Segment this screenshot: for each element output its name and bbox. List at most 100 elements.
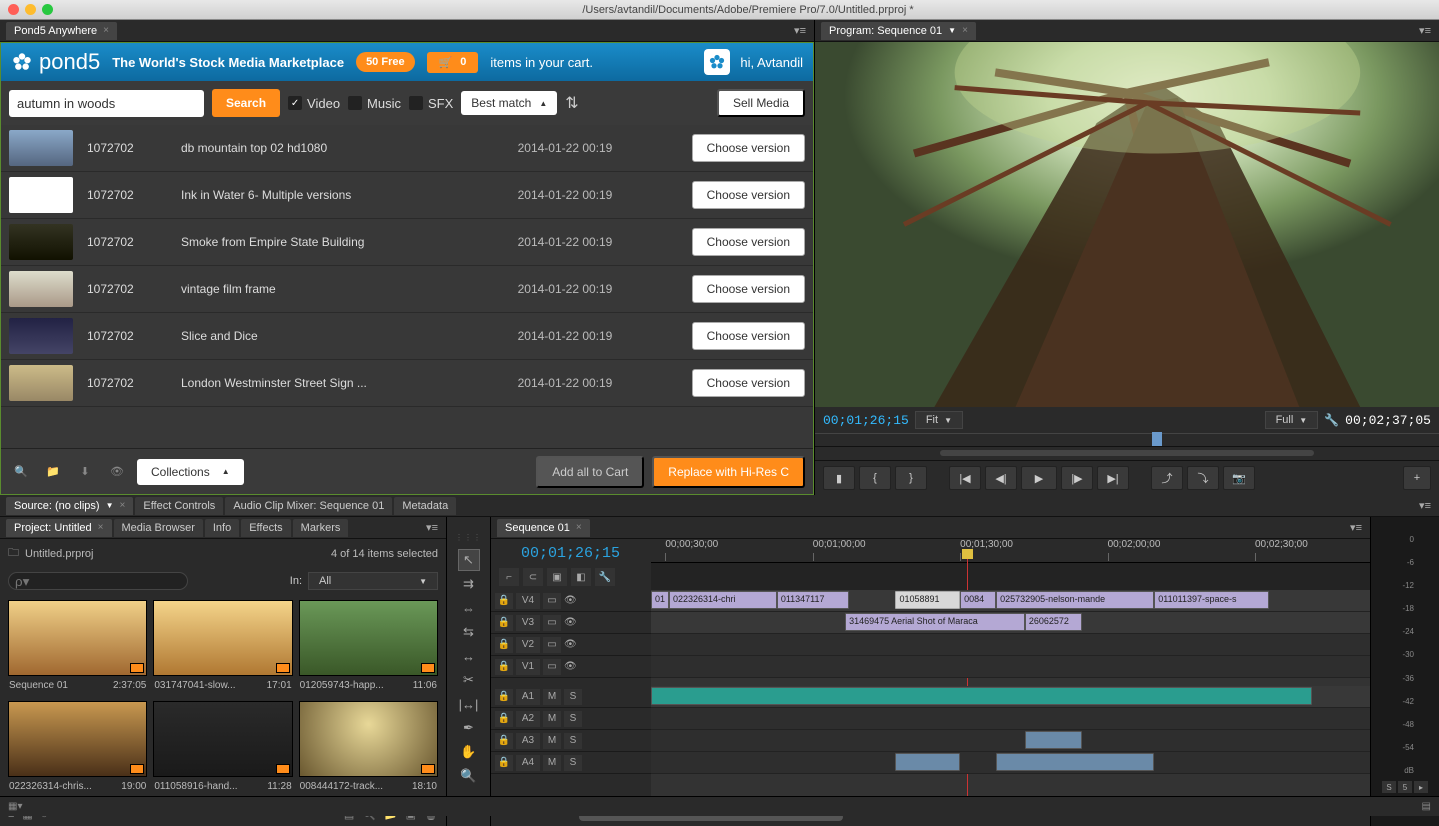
result-row[interactable]: 1072702 vintage film frame 2014-01-22 00… bbox=[1, 266, 813, 313]
program-timecode-left[interactable]: 00;01;26;15 bbox=[823, 413, 909, 428]
extract-button[interactable]: ⤵ bbox=[1187, 466, 1219, 490]
user-greeting[interactable]: hi, Avtandil bbox=[740, 55, 803, 70]
timeline-clip[interactable]: 26062572 bbox=[1025, 613, 1083, 631]
tab-markers[interactable]: Markers bbox=[293, 519, 349, 537]
timeline-clip[interactable] bbox=[1025, 731, 1083, 749]
workspace-icon[interactable]: ▦▾ bbox=[8, 801, 22, 812]
project-filter-input[interactable] bbox=[8, 572, 188, 590]
meter-5[interactable]: 5 bbox=[1398, 781, 1412, 793]
snap-icon[interactable]: ⌐ bbox=[499, 568, 519, 586]
panel-menu-icon[interactable]: ▾≡ bbox=[1350, 521, 1362, 534]
tab-sequence[interactable]: Sequence 01× bbox=[497, 519, 590, 537]
settings-icon[interactable]: ◧ bbox=[571, 568, 591, 586]
lock-icon[interactable]: 🔒 bbox=[495, 733, 513, 749]
track-header[interactable]: 🔒A4MS bbox=[491, 752, 651, 774]
result-row[interactable]: 1072702 db mountain top 02 hd1080 2014-0… bbox=[1, 125, 813, 172]
eye-icon[interactable]: 👁 bbox=[564, 595, 580, 606]
solo-button[interactable]: S bbox=[1382, 781, 1396, 793]
choose-version-button[interactable]: Choose version bbox=[692, 275, 805, 303]
close-window-button[interactable] bbox=[8, 4, 19, 15]
free-badge[interactable]: 50 Free bbox=[356, 52, 415, 72]
razor-tool[interactable]: ✂ bbox=[458, 669, 480, 691]
track-header[interactable]: 🔒A2MS bbox=[491, 708, 651, 730]
play-button[interactable]: ▶ bbox=[1021, 466, 1057, 490]
export-frame-button[interactable]: 📷 bbox=[1223, 466, 1255, 490]
lock-icon[interactable]: 🔒 bbox=[495, 615, 513, 631]
track-body[interactable] bbox=[651, 708, 1370, 730]
mute-button[interactable]: M bbox=[543, 689, 561, 705]
panel-menu-icon[interactable]: ▾≡ bbox=[1419, 499, 1431, 512]
marker-button[interactable]: ▮ bbox=[823, 466, 855, 490]
filter-music[interactable]: Music bbox=[348, 96, 401, 111]
wrench-icon[interactable]: 🔧 bbox=[1324, 413, 1339, 427]
rate-tool[interactable]: ↔ bbox=[458, 645, 480, 667]
bin-item[interactable]: Sequence 012:37:05 bbox=[8, 600, 147, 695]
bin-item[interactable]: 008444172-track...18:10 bbox=[299, 701, 438, 796]
add-button[interactable]: + bbox=[1403, 466, 1431, 490]
download-icon[interactable]: ⬇ bbox=[73, 460, 97, 484]
choose-version-button[interactable]: Choose version bbox=[692, 369, 805, 397]
track-select-tool[interactable]: ⇉ bbox=[458, 573, 480, 595]
meter-expand-icon[interactable]: ▸ bbox=[1414, 781, 1428, 793]
track-body[interactable]: 31469475 Aerial Shot of Maraca26062572 bbox=[651, 612, 1370, 634]
zoom-window-button[interactable] bbox=[42, 4, 53, 15]
eye-icon[interactable]: 👁 bbox=[564, 639, 580, 650]
track-body[interactable] bbox=[651, 730, 1370, 752]
sort-direction-icon[interactable]: ⇅ bbox=[565, 93, 578, 113]
timeline-clip[interactable]: 011347117 bbox=[777, 591, 849, 609]
timeline-ruler[interactable]: 00;00;30;0000;01;00;0000;01;30;0000;02;0… bbox=[651, 539, 1370, 563]
toggle-output[interactable]: ▭ bbox=[543, 637, 561, 653]
mute-button[interactable]: M bbox=[543, 711, 561, 727]
sort-dropdown[interactable]: Best match▲ bbox=[461, 91, 557, 115]
search-button[interactable]: Search bbox=[212, 89, 280, 117]
add-all-to-cart-button[interactable]: Add all to Cart bbox=[536, 456, 644, 488]
lock-icon[interactable]: 🔒 bbox=[495, 689, 513, 705]
wrench-icon[interactable]: 🔧 bbox=[595, 568, 615, 586]
minimize-window-button[interactable] bbox=[25, 4, 36, 15]
tab-program[interactable]: Program: Sequence 01▼× bbox=[821, 22, 976, 40]
out-button[interactable]: } bbox=[895, 466, 927, 490]
filter-sfx[interactable]: SFX bbox=[409, 96, 453, 111]
choose-version-button[interactable]: Choose version bbox=[692, 181, 805, 209]
chevron-down-icon[interactable]: ▼ bbox=[106, 501, 114, 510]
ripple-tool[interactable]: ⇔ bbox=[458, 597, 480, 619]
pen-tool[interactable]: ✒ bbox=[458, 717, 480, 739]
timeline-clip[interactable]: 011011397-space-s bbox=[1154, 591, 1269, 609]
filter-video[interactable]: Video bbox=[288, 96, 340, 111]
track-header[interactable]: 🔒V4▭👁 bbox=[491, 590, 651, 612]
solo-button[interactable]: S bbox=[564, 689, 582, 705]
track-area[interactable]: 01022326314-chri011347117010588910084025… bbox=[651, 590, 1370, 808]
lock-icon[interactable]: 🔒 bbox=[495, 659, 513, 675]
zoom-tool[interactable]: 🔍 bbox=[458, 765, 480, 787]
track-header[interactable]: 🔒V3▭👁 bbox=[491, 612, 651, 634]
mute-button[interactable]: M bbox=[543, 755, 561, 771]
timeline-clip[interactable] bbox=[651, 687, 1312, 705]
lock-icon[interactable]: 🔒 bbox=[495, 593, 513, 609]
eye-icon[interactable]: 👁 bbox=[564, 617, 580, 628]
result-row[interactable]: 1072702 Smoke from Empire State Building… bbox=[1, 219, 813, 266]
toggle-output[interactable]: ▭ bbox=[543, 593, 561, 609]
step-fwd-button[interactable]: |▶ bbox=[1061, 466, 1093, 490]
timeline-clip[interactable]: 01 bbox=[651, 591, 669, 609]
program-monitor[interactable] bbox=[815, 42, 1439, 407]
track-body[interactable] bbox=[651, 752, 1370, 774]
fit-dropdown[interactable]: Fit▼ bbox=[915, 411, 963, 429]
tab-metadata[interactable]: Metadata bbox=[394, 497, 456, 515]
timeline-clip[interactable] bbox=[895, 753, 960, 771]
track-body[interactable] bbox=[651, 686, 1370, 708]
track-body[interactable] bbox=[651, 656, 1370, 678]
step-back-button[interactable]: ◀| bbox=[985, 466, 1017, 490]
bin-item[interactable]: 031747041-slow...17:01 bbox=[153, 600, 292, 695]
tab-audio-mixer[interactable]: Audio Clip Mixer: Sequence 01 bbox=[225, 497, 392, 515]
bin-item[interactable]: 012059743-happ...11:06 bbox=[299, 600, 438, 695]
timeline-clip[interactable]: 31469475 Aerial Shot of Maraca bbox=[845, 613, 1025, 631]
toggle-output[interactable]: ▭ bbox=[543, 615, 561, 631]
close-icon[interactable]: × bbox=[120, 500, 126, 511]
result-row[interactable]: 1072702 London Westminster Street Sign .… bbox=[1, 360, 813, 407]
program-ruler[interactable] bbox=[815, 433, 1439, 447]
tab-effects[interactable]: Effects bbox=[241, 519, 290, 537]
result-row[interactable]: 1072702 Ink in Water 6- Multiple version… bbox=[1, 172, 813, 219]
cart-button[interactable]: 🛒 0 bbox=[427, 52, 479, 73]
panel-menu-icon[interactable]: ▾≡ bbox=[426, 521, 438, 534]
tab-info[interactable]: Info bbox=[205, 519, 239, 537]
